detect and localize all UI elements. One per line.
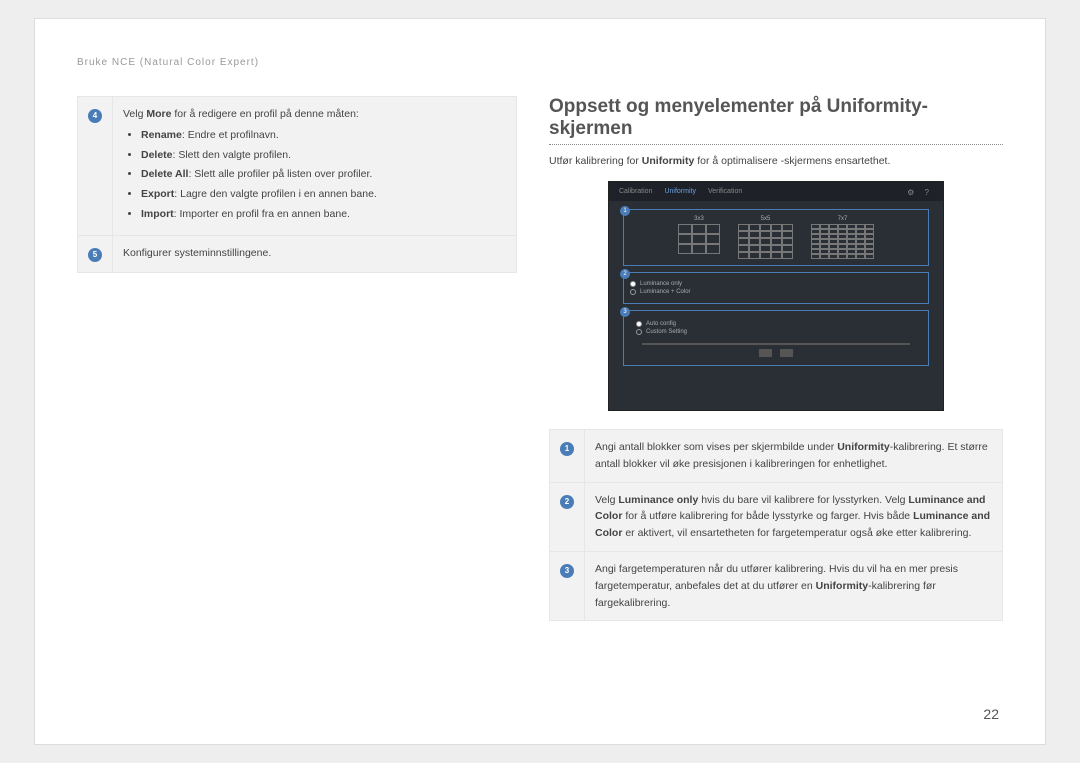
grid-5x5 xyxy=(738,224,793,259)
row-content-cell: Velg Luminance only hvis du bare vil kal… xyxy=(585,482,1003,551)
row-content-cell: Angi antall blokker som vises per skjerm… xyxy=(585,430,1003,483)
document-page: Bruke NCE (Natural Color Expert) 4 Velg … xyxy=(34,18,1046,745)
slider-track xyxy=(642,343,910,345)
number-badge-4: 4 xyxy=(88,109,102,123)
table-row: 5 Konfigurer systeminnstillingene. xyxy=(78,235,517,272)
screenshot-section-2: 2 Luminance only Luminance + Color xyxy=(623,272,929,304)
list-item: Import: Importer en profil fra en annen … xyxy=(141,206,506,223)
section-heading: Oppsett og menyelementer på Uniformity-s… xyxy=(549,96,1003,145)
list-item: Delete: Slett den valgte profilen. xyxy=(141,147,506,164)
slider-value-box xyxy=(780,349,793,357)
slider-value-box xyxy=(759,349,772,357)
grid-7x7 xyxy=(811,224,874,259)
screenshot-header-icons: ⚙ ? xyxy=(907,188,933,197)
table-row: 3 Angi fargetemperaturen når du utfører … xyxy=(550,551,1003,620)
screenshot-tabs: Calibration Uniformity Verification xyxy=(609,182,943,201)
number-badge-2: 2 xyxy=(560,495,574,509)
list-item: Rename: Endre et profilnavn. xyxy=(141,127,506,144)
right-table: 1 Angi antall blokker som vises per skje… xyxy=(549,429,1003,621)
number-badge-3: 3 xyxy=(560,564,574,578)
number-badge-1: 1 xyxy=(560,442,574,456)
radio-icon xyxy=(636,329,642,335)
row-content-cell: Velg More for å redigere en profil på de… xyxy=(113,97,517,236)
page-number: 22 xyxy=(983,706,999,722)
right-column: Oppsett og menyelementer på Uniformity-s… xyxy=(549,96,1003,621)
tab-calibration: Calibration xyxy=(619,188,652,195)
callout-1: 1 xyxy=(620,206,630,216)
radio-icon xyxy=(636,321,642,327)
tab-verification: Verification xyxy=(708,188,742,195)
bullet-list: Rename: Endre et profilnavn. Delete: Sle… xyxy=(123,127,506,223)
table-row: 1 Angi antall blokker som vises per skje… xyxy=(550,430,1003,483)
callout-3: 3 xyxy=(620,307,630,317)
intro-text: Velg More for å redigere en profil på de… xyxy=(123,108,359,120)
list-item: Delete All: Slett alle profiler på liste… xyxy=(141,166,506,183)
row-content-cell: Konfigurer systeminnstillingene. xyxy=(113,235,517,272)
screenshot-section-3: 3 Auto config Custom Setting xyxy=(623,310,929,366)
radio-icon xyxy=(630,289,636,295)
section-description: Utfør kalibrering for Uniformity for å o… xyxy=(549,155,1003,167)
row-number-cell: 3 xyxy=(550,551,585,620)
row-number-cell: 4 xyxy=(78,97,113,236)
table-row: 4 Velg More for å redigere en profil på … xyxy=(78,97,517,236)
list-item: Export: Lagre den valgte profilen i en a… xyxy=(141,186,506,203)
grid-3x3 xyxy=(678,224,720,254)
left-column: 4 Velg More for å redigere en profil på … xyxy=(77,96,517,621)
radio-icon xyxy=(630,281,636,287)
uniformity-screenshot: Calibration Uniformity Verification ⚙ ? … xyxy=(608,181,944,411)
two-column-layout: 4 Velg More for å redigere en profil på … xyxy=(77,96,1003,621)
left-table: 4 Velg More for å redigere en profil på … xyxy=(77,96,517,273)
row-number-cell: 2 xyxy=(550,482,585,551)
table-row: 2 Velg Luminance only hvis du bare vil k… xyxy=(550,482,1003,551)
page-header: Bruke NCE (Natural Color Expert) xyxy=(77,57,1003,68)
row-content-cell: Angi fargetemperaturen når du utfører ka… xyxy=(585,551,1003,620)
row-number-cell: 1 xyxy=(550,430,585,483)
tab-uniformity: Uniformity xyxy=(664,188,696,195)
number-badge-5: 5 xyxy=(88,248,102,262)
row-number-cell: 5 xyxy=(78,235,113,272)
screenshot-section-1: 1 3x3 5x5 7x7 xyxy=(623,209,929,266)
callout-2: 2 xyxy=(620,269,630,279)
